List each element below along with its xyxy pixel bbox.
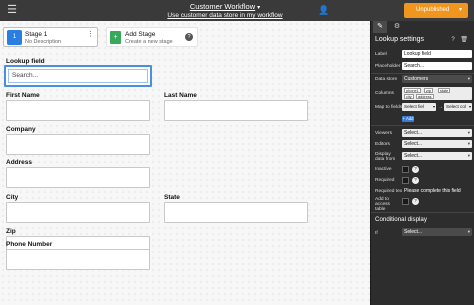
column-chip[interactable]: city <box>404 94 414 99</box>
panel-divider <box>371 73 474 74</box>
lookup-search-placeholder[interactable]: Search... <box>8 69 148 83</box>
zip-label: Zip <box>6 228 16 235</box>
phone-number-input[interactable] <box>6 249 150 270</box>
map-fields-row-label: Map to fields <box>375 105 403 110</box>
placeholder-input[interactable]: Search... <box>402 62 472 70</box>
columns-row-label: Columns <box>375 91 394 96</box>
help-icon[interactable]: ? <box>412 198 419 205</box>
add-stage-button[interactable]: + Add Stage Create a new stage ? <box>106 27 198 47</box>
access-table-toggle[interactable] <box>402 198 409 205</box>
publish-button[interactable]: Unpublished ▾ <box>404 3 468 18</box>
publish-label: Unpublished <box>416 7 450 13</box>
display-data-value: Select... <box>404 153 423 159</box>
workflow-title-area: Customer Workflow ▾ Use customer data sto… <box>150 2 300 19</box>
pencil-icon[interactable]: ✎ <box>373 21 387 33</box>
datastore-select[interactable]: Customers ▾ <box>402 75 472 83</box>
workflow-subtitle[interactable]: Use customer data store in my workflow <box>150 12 300 19</box>
map-column-value: Select col <box>446 104 466 109</box>
arrow-right-icon: → <box>438 104 443 110</box>
datastore-value: Customers <box>404 76 429 82</box>
chevron-down-icon: ▾ <box>467 229 470 234</box>
if-row-label: If <box>375 231 378 236</box>
datastore-row-label: Data store <box>375 77 398 82</box>
editors-row-label: Editors <box>375 142 390 147</box>
stage-name: Stage 1 <box>25 31 48 38</box>
add-stage-label: Add Stage <box>125 31 156 38</box>
add-stage-description: Create a new stage <box>125 39 173 45</box>
if-value: Select... <box>404 229 423 235</box>
column-chip[interactable]: zip <box>424 88 433 93</box>
chevron-down-icon: ▾ <box>467 153 470 158</box>
stage-number-icon: 1 <box>7 30 22 45</box>
chevron-down-icon: ▾ <box>432 104 435 109</box>
help-icon[interactable]: ? <box>412 166 419 173</box>
column-chip[interactable]: state <box>438 88 451 93</box>
top-bar: ☰ Customer Workflow ▾ Use customer data s… <box>0 0 474 21</box>
stage-description: No Description <box>25 39 62 45</box>
workflow-title[interactable]: Customer Workflow <box>190 2 255 11</box>
panel-divider <box>371 125 474 126</box>
last-name-label: Last Name <box>164 92 197 99</box>
viewers-value: Select... <box>404 130 423 136</box>
add-mapping-button[interactable]: + Add <box>402 116 414 122</box>
map-column-select[interactable]: Select col ▾ <box>444 103 472 111</box>
menu-icon[interactable]: ☰ <box>6 4 18 16</box>
city-label: City <box>6 194 19 201</box>
help-icon[interactable]: ? <box>412 177 419 184</box>
viewers-select[interactable]: Select... ▾ <box>402 129 472 137</box>
help-delete-icons[interactable]: ? 🗑 <box>451 36 470 43</box>
panel-divider <box>371 212 474 213</box>
chevron-down-icon: ▾ <box>468 104 471 109</box>
panel-tabs: ✎ ⚙ <box>371 21 474 33</box>
address-label: Address <box>6 159 33 166</box>
label-row-label: Label <box>375 52 387 57</box>
columns-select[interactable]: phone1 zip state city address <box>402 87 472 100</box>
panel-heading: Lookup settings <box>375 36 425 43</box>
viewers-row-label: Viewers <box>375 131 392 136</box>
state-label: State <box>164 194 180 201</box>
column-chip[interactable]: address <box>416 94 434 99</box>
map-field-select[interactable]: Select fiel ▾ <box>402 103 436 111</box>
address-input[interactable] <box>6 167 150 188</box>
title-caret-icon[interactable]: ▾ <box>257 5 260 11</box>
state-input[interactable] <box>164 202 308 223</box>
lookup-field-input[interactable]: Search... <box>4 65 152 87</box>
company-input[interactable] <box>6 134 150 155</box>
display-data-row-label: Display data from <box>375 152 396 162</box>
chevron-down-icon: ▾ <box>467 141 470 146</box>
chevron-down-icon: ▾ <box>467 130 470 135</box>
editors-select[interactable]: Select... ▾ <box>402 140 472 148</box>
add-stage-icon: + <box>110 31 121 44</box>
required-text-row-label: Required text <box>375 189 404 194</box>
display-data-select[interactable]: Select... ▾ <box>402 152 472 160</box>
chevron-down-icon: ▾ <box>467 76 470 81</box>
phone-number-label: Phone Number <box>6 241 53 248</box>
column-chip[interactable]: phone1 <box>404 88 421 93</box>
if-select[interactable]: Select... ▾ <box>402 228 472 236</box>
placeholder-row-label: Placeholder <box>375 64 401 69</box>
inactive-row-label: Inactive <box>375 167 392 172</box>
chevron-down-icon[interactable]: ▾ <box>459 3 462 18</box>
kebab-menu-icon[interactable]: ⋮ <box>87 30 94 38</box>
first-name-label: First Name <box>6 92 40 99</box>
conditional-display-heading: Conditional display <box>375 216 427 223</box>
settings-panel: ✎ ⚙ Lookup settings ? 🗑 Label Lookup fie… <box>370 21 474 305</box>
label-input[interactable]: Lookup field <box>402 50 472 58</box>
map-field-value: Select fiel <box>404 104 424 109</box>
last-name-input[interactable] <box>164 100 308 121</box>
required-text-input[interactable]: Please complete this field <box>402 187 472 195</box>
required-row-label: Required <box>375 178 395 183</box>
add-user-icon[interactable]: 👤 <box>318 5 329 16</box>
first-name-input[interactable] <box>6 100 150 121</box>
help-icon[interactable]: ? <box>185 33 193 41</box>
stage-card[interactable]: 1 Stage 1 No Description ⋮ <box>3 27 98 47</box>
editors-value: Select... <box>404 141 423 147</box>
company-label: Company <box>6 126 36 133</box>
required-toggle[interactable] <box>402 177 409 184</box>
access-table-row-label: Add to access table <box>375 197 390 212</box>
gear-icon[interactable]: ⚙ <box>390 21 404 33</box>
inactive-toggle[interactable] <box>402 166 409 173</box>
lookup-field-label: Lookup field <box>6 58 45 65</box>
city-input[interactable] <box>6 202 150 223</box>
